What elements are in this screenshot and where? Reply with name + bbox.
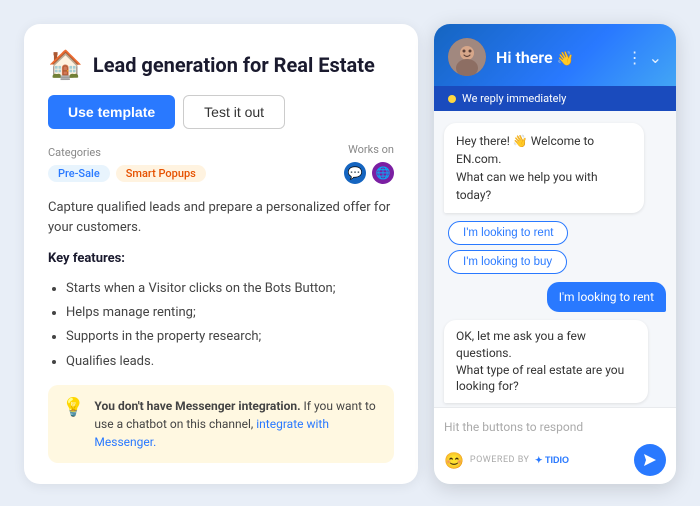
features-list: Starts when a Visitor clicks on the Bots…: [48, 280, 394, 371]
main-container: 🏠 Lead generation for Real Estate Use te…: [0, 0, 700, 506]
quick-reply-row: I'm looking to rent I'm looking to buy: [444, 221, 666, 274]
panel-header: 🏠 Lead generation for Real Estate: [48, 48, 394, 81]
panel-title: Lead generation for Real Estate: [93, 53, 375, 77]
messenger-icon: 💬: [344, 162, 366, 184]
meta-left: Categories Pre-Sale Smart Popups: [48, 146, 206, 182]
key-features-title: Key features:: [48, 251, 394, 266]
chat-input-left: 😊 POWERED BY ✦ TIDIO: [444, 451, 571, 470]
tag-presale: Pre-Sale: [48, 165, 110, 182]
chat-input-placeholder[interactable]: Hit the buttons to respond: [444, 416, 666, 438]
more-options-icon[interactable]: ⋮: [627, 48, 643, 67]
status-dot: [448, 95, 456, 103]
bot-message-2: OK, let me ask you a few questions.What …: [444, 320, 648, 403]
list-item: Supports in the property research;: [66, 328, 394, 346]
tags-row: Pre-Sale Smart Popups: [48, 165, 206, 182]
list-item: Qualifies leads.: [66, 353, 394, 371]
bot-message-1: Hey there! 👋 Welcome to EN.com.What can …: [444, 123, 644, 213]
svg-text:✦ TIDIO: ✦ TIDIO: [535, 455, 569, 465]
status-text: We reply immediately: [462, 92, 566, 105]
tidio-logo: ✦ TIDIO: [535, 453, 571, 468]
chat-title: Hi there 👋: [496, 48, 617, 67]
chat-input-bottom: 😊 POWERED BY ✦ TIDIO: [444, 444, 666, 476]
wave-emoji: 👋: [557, 51, 574, 67]
home-icon: 🏠: [48, 48, 83, 81]
left-panel: 🏠 Lead generation for Real Estate Use te…: [24, 24, 418, 484]
quick-reply-rent[interactable]: I'm looking to rent: [448, 221, 568, 245]
works-on-label: Works on: [348, 143, 394, 156]
chat-body: Hey there! 👋 Welcome to EN.com.What can …: [434, 111, 676, 407]
chat-status-bar: We reply immediately: [434, 86, 676, 111]
send-button[interactable]: [634, 444, 666, 476]
chevron-down-icon[interactable]: ⌄: [649, 48, 662, 67]
description-text: Capture qualified leads and prepare a pe…: [48, 198, 394, 237]
notice-bold: You don't have Messenger integration.: [94, 399, 300, 413]
powered-by-label: POWERED BY: [470, 455, 530, 465]
tag-smart-popups: Smart Popups: [116, 165, 206, 182]
test-it-out-button[interactable]: Test it out: [183, 95, 285, 129]
use-template-button[interactable]: Use template: [48, 95, 175, 129]
works-icons: 💬 🌐: [344, 162, 394, 184]
categories-label: Categories: [48, 146, 206, 159]
emoji-icon[interactable]: 😊: [444, 451, 464, 470]
meta-row: Categories Pre-Sale Smart Popups Works o…: [48, 143, 394, 184]
chat-widget: Hi there 👋 ⋮ ⌄ We reply immediately Hey …: [434, 24, 676, 484]
web-icon: 🌐: [372, 162, 394, 184]
chat-header: Hi there 👋 ⋮ ⌄: [434, 24, 676, 86]
list-item: Starts when a Visitor clicks on the Bots…: [66, 280, 394, 298]
button-row: Use template Test it out: [48, 95, 394, 129]
chat-header-icons: ⋮ ⌄: [627, 48, 662, 67]
chat-avatar: [448, 38, 486, 76]
list-item: Helps manage renting;: [66, 304, 394, 322]
notice-icon: 💡: [62, 397, 84, 418]
quick-reply-buy[interactable]: I'm looking to buy: [448, 250, 567, 274]
chat-input-area: Hit the buttons to respond 😊 POWERED BY …: [434, 407, 676, 484]
notice-text: You don't have Messenger integration. If…: [94, 397, 380, 451]
user-message-1: I'm looking to rent: [547, 282, 666, 312]
meta-right: Works on 💬 🌐: [344, 143, 394, 184]
key-features-section: Key features:: [48, 251, 394, 266]
messenger-notice: 💡 You don't have Messenger integration. …: [48, 385, 394, 463]
